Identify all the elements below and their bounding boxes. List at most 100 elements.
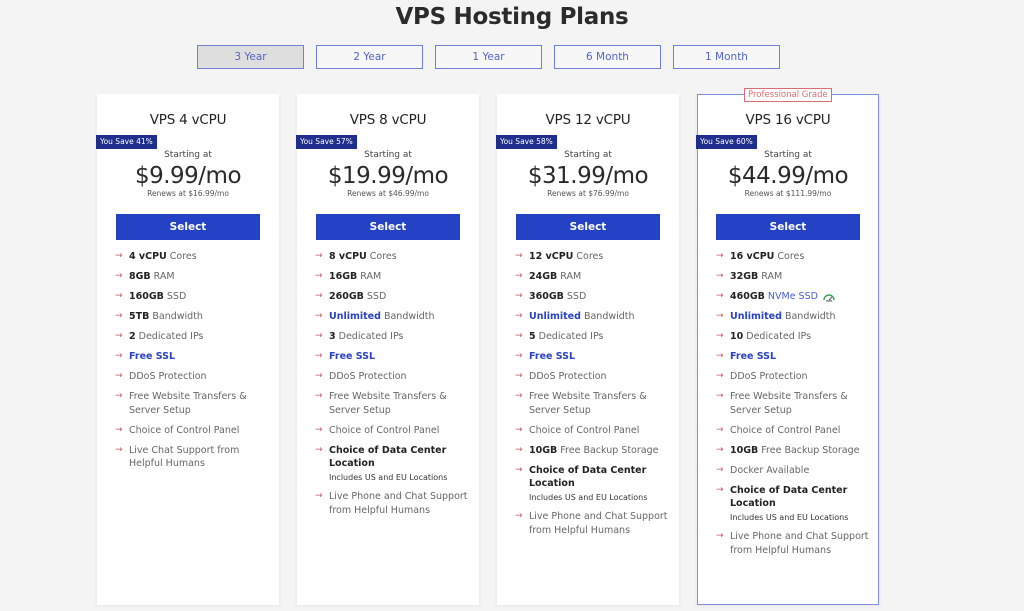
feature-highlight: 12 vCPU	[529, 251, 574, 262]
feature-highlight: Choice of Data Center Location	[329, 444, 447, 470]
feature-item: → Unlimited Bandwidth	[315, 310, 471, 324]
feature-text: 8GB RAM	[129, 270, 271, 284]
feature-text: Choice of Control Panel	[329, 424, 471, 438]
plan-card-vps-12: VPS 12 vCPU You Save 58% Starting at $31…	[496, 94, 679, 605]
feature-text: Free SSL	[529, 350, 671, 364]
feature-highlight: 8GB	[129, 271, 151, 282]
starting-at-label: Starting at	[164, 150, 212, 160]
plan-name: VPS 8 vCPU	[349, 112, 427, 128]
feature-label: Cores	[366, 251, 397, 262]
feature-subtext: Includes US and EU Locations	[730, 512, 849, 522]
feature-text: DDoS Protection	[730, 370, 870, 384]
feature-text: 360GB SSD	[529, 290, 671, 304]
plan-price: $31.99/mo	[527, 163, 649, 189]
feature-item: → Free Website Transfers & Server Setup	[115, 390, 271, 417]
tab-1-year[interactable]: 1 Year	[435, 45, 542, 69]
feature-label: Free Backup Storage	[557, 444, 659, 456]
feature-text: Choice of Data Center Location Includes U…	[329, 444, 471, 484]
feature-label: Choice of Control Panel	[329, 424, 440, 436]
select-plan-button[interactable]: Select	[316, 214, 460, 240]
feature-label: Choice of Control Panel	[730, 424, 841, 436]
plan-price: $19.99/mo	[327, 163, 449, 189]
feature-item: → 10 Dedicated IPs	[716, 330, 870, 344]
starting-at-label: Starting at	[764, 150, 812, 160]
feature-subtext: Includes US and EU Locations	[529, 492, 648, 502]
feature-text: 5TB Bandwidth	[129, 310, 271, 324]
savings-badge: You Save 57%	[296, 135, 357, 149]
feature-item: → Choice of Control Panel	[716, 424, 870, 438]
feature-highlight: 10GB	[529, 444, 558, 456]
select-plan-button[interactable]: Select	[516, 214, 660, 240]
arrow-right-icon: →	[315, 424, 323, 435]
arrow-right-icon: →	[515, 424, 523, 435]
feature-label: RAM	[758, 271, 783, 282]
arrow-right-icon: →	[515, 251, 523, 261]
feature-label: DDoS Protection	[529, 371, 607, 382]
feature-text: Docker Available	[730, 464, 870, 478]
feature-item: → Free Website Transfers & Server Setup	[515, 390, 671, 417]
feature-highlight: 10GB	[730, 444, 759, 456]
feature-text: 2 Dedicated IPs	[129, 330, 271, 344]
feature-text: Choice of Data Center Location Includes U…	[529, 464, 671, 504]
tab-2-year[interactable]: 2 Year	[316, 45, 423, 69]
feature-list: → 4 vCPU Cores → 8GB RAM → 160GB SSD → 5TB Band…	[97, 250, 279, 471]
arrow-right-icon: →	[515, 391, 523, 401]
tab-6-month[interactable]: 6 Month	[554, 45, 661, 69]
feature-item: → Choice of Control Panel	[315, 424, 471, 438]
feature-highlight: 4 vCPU	[129, 251, 167, 262]
feature-item: → DDoS Protection	[315, 370, 471, 384]
feature-item: → Choice of Control Panel	[115, 424, 271, 438]
arrow-right-icon: →	[716, 371, 724, 381]
feature-item: → DDoS Protection	[515, 370, 671, 384]
feature-item: → Live Phone and Chat Support from Helpfu…	[315, 490, 471, 517]
arrow-right-icon: →	[515, 371, 523, 381]
speed-gauge-icon	[822, 292, 836, 302]
feature-item: → 8GB RAM	[115, 270, 271, 284]
feature-label: Free Backup Storage	[758, 444, 860, 456]
feature-item: → 260GB SSD	[315, 290, 471, 304]
tab-3-year[interactable]: 3 Year	[197, 45, 304, 69]
arrow-right-icon: →	[716, 271, 724, 281]
feature-item: → 10GB Free Backup Storage	[716, 444, 870, 458]
feature-highlight-blue: Free SSL	[129, 351, 176, 362]
arrow-right-icon: →	[315, 291, 323, 301]
feature-text: 8 vCPU Cores	[329, 250, 471, 264]
plan-price: $9.99/mo	[134, 163, 242, 189]
feature-item: → 32GB RAM	[716, 270, 870, 284]
feature-label: Bandwidth	[781, 311, 836, 322]
feature-item: → 2 Dedicated IPs	[115, 330, 271, 344]
select-plan-button[interactable]: Select	[716, 214, 860, 240]
arrow-right-icon: →	[515, 331, 523, 341]
arrow-right-icon: →	[716, 331, 724, 341]
feature-highlight: 16GB	[329, 271, 358, 282]
arrow-right-icon: →	[115, 331, 123, 341]
feature-item: → 10GB Free Backup Storage	[515, 444, 671, 458]
feature-label: Dedicated IPs	[535, 331, 604, 342]
feature-text: Unlimited Bandwidth	[730, 310, 870, 324]
arrow-right-icon: →	[515, 511, 523, 521]
arrow-right-icon: →	[115, 444, 123, 455]
starting-at-label: Starting at	[364, 150, 412, 160]
feature-text: Live Phone and Chat Support from Helpful…	[529, 510, 671, 537]
feature-label: Choice of Control Panel	[129, 424, 240, 436]
feature-item: → Live Chat Support from Helpful Humans	[115, 444, 271, 471]
feature-label: Bandwidth	[580, 311, 635, 322]
feature-label: SSD	[163, 291, 187, 302]
feature-label: RAM	[557, 271, 582, 282]
feature-item: → Choice of Control Panel	[515, 424, 671, 438]
feature-highlight-blue: Unlimited	[529, 311, 581, 322]
feature-highlight: Choice of Data Center Location	[529, 464, 647, 490]
feature-text: 460GB NVMe SSD	[730, 290, 870, 304]
feature-text: 16GB RAM	[329, 270, 471, 284]
select-plan-button[interactable]: Select	[116, 214, 260, 240]
feature-text: Free Website Transfers & Server Setup	[529, 390, 671, 417]
tab-1-month[interactable]: 1 Month	[673, 45, 780, 69]
feature-item: → Choice of Data Center Location Includes …	[315, 444, 471, 484]
arrow-right-icon: →	[515, 291, 523, 301]
feature-label: Live Chat Support from Helpful Humans	[129, 444, 240, 470]
feature-highlight: 260GB	[329, 291, 364, 302]
feature-label: DDoS Protection	[329, 371, 407, 382]
arrow-right-icon: →	[716, 444, 724, 455]
feature-highlight: 460GB	[730, 291, 765, 302]
arrow-right-icon: →	[716, 424, 724, 435]
